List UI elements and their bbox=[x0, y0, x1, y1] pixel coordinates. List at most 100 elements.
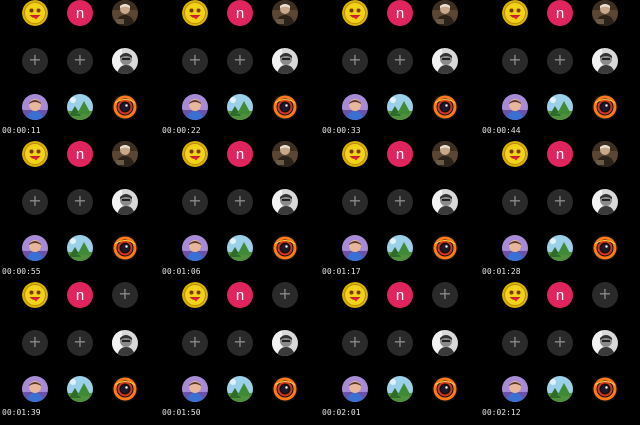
add-button[interactable]: + bbox=[502, 189, 528, 215]
add-button[interactable]: + bbox=[22, 48, 48, 74]
add-button[interactable]: + bbox=[342, 189, 368, 215]
smiley-emoji-icon[interactable] bbox=[502, 141, 528, 167]
letter-avatar-icon[interactable]: n bbox=[547, 0, 573, 26]
add-button[interactable]: + bbox=[182, 48, 208, 74]
letter-avatar-icon[interactable]: n bbox=[67, 0, 93, 26]
person-photo-icon[interactable] bbox=[112, 141, 138, 167]
eye-swirl-icon[interactable] bbox=[112, 376, 138, 402]
person-avatar-icon[interactable] bbox=[182, 376, 208, 402]
bw-portrait-icon[interactable] bbox=[592, 48, 618, 74]
eye-swirl-icon[interactable] bbox=[112, 94, 138, 120]
add-button[interactable]: + bbox=[182, 189, 208, 215]
eye-swirl-icon[interactable] bbox=[592, 235, 618, 261]
letter-avatar-icon[interactable]: n bbox=[387, 282, 413, 308]
bw-portrait-icon[interactable] bbox=[432, 189, 458, 215]
person-avatar-icon[interactable] bbox=[182, 94, 208, 120]
smiley-emoji-icon[interactable] bbox=[342, 0, 368, 26]
tree-landscape-icon[interactable] bbox=[387, 235, 413, 261]
tree-landscape-icon[interactable] bbox=[387, 94, 413, 120]
person-photo-icon[interactable] bbox=[592, 141, 618, 167]
tree-landscape-icon[interactable] bbox=[387, 376, 413, 402]
tree-landscape-icon[interactable] bbox=[67, 94, 93, 120]
tree-landscape-icon[interactable] bbox=[67, 376, 93, 402]
bw-portrait-icon[interactable] bbox=[112, 189, 138, 215]
person-photo-icon[interactable] bbox=[432, 0, 458, 26]
eye-swirl-icon[interactable] bbox=[592, 94, 618, 120]
add-button[interactable]: + bbox=[547, 189, 573, 215]
bw-portrait-icon[interactable] bbox=[272, 48, 298, 74]
add-button[interactable]: + bbox=[182, 330, 208, 356]
eye-swirl-icon[interactable] bbox=[272, 376, 298, 402]
add-button[interactable]: + bbox=[387, 189, 413, 215]
person-photo-icon[interactable] bbox=[592, 0, 618, 26]
person-avatar-icon[interactable] bbox=[502, 376, 528, 402]
letter-avatar-icon[interactable]: n bbox=[387, 0, 413, 26]
tree-landscape-icon[interactable] bbox=[547, 235, 573, 261]
bw-portrait-icon[interactable] bbox=[432, 48, 458, 74]
person-avatar-icon[interactable] bbox=[342, 235, 368, 261]
add-button[interactable]: + bbox=[387, 330, 413, 356]
smiley-emoji-icon[interactable] bbox=[22, 141, 48, 167]
person-avatar-icon[interactable] bbox=[182, 235, 208, 261]
person-photo-icon[interactable] bbox=[112, 0, 138, 26]
bw-portrait-icon[interactable] bbox=[592, 330, 618, 356]
add-button[interactable]: + bbox=[67, 330, 93, 356]
smiley-emoji-icon[interactable] bbox=[182, 282, 208, 308]
tree-landscape-icon[interactable] bbox=[547, 376, 573, 402]
letter-avatar-icon[interactable]: n bbox=[547, 141, 573, 167]
person-avatar-icon[interactable] bbox=[22, 94, 48, 120]
person-avatar-icon[interactable] bbox=[342, 94, 368, 120]
add-button[interactable]: + bbox=[67, 189, 93, 215]
smiley-emoji-icon[interactable] bbox=[502, 0, 528, 26]
letter-avatar-icon[interactable]: n bbox=[227, 141, 253, 167]
person-avatar-icon[interactable] bbox=[502, 235, 528, 261]
eye-swirl-icon[interactable] bbox=[272, 94, 298, 120]
add-button[interactable]: + bbox=[547, 48, 573, 74]
bw-portrait-icon[interactable] bbox=[112, 330, 138, 356]
add-button[interactable]: + bbox=[502, 48, 528, 74]
add-button[interactable]: + bbox=[227, 48, 253, 74]
person-avatar-icon[interactable] bbox=[342, 376, 368, 402]
tree-landscape-icon[interactable] bbox=[227, 376, 253, 402]
add-button[interactable]: + bbox=[67, 48, 93, 74]
tree-landscape-icon[interactable] bbox=[547, 94, 573, 120]
add-button[interactable]: + bbox=[272, 282, 298, 308]
smiley-emoji-icon[interactable] bbox=[182, 141, 208, 167]
eye-swirl-icon[interactable] bbox=[592, 376, 618, 402]
add-button[interactable]: + bbox=[387, 48, 413, 74]
person-photo-icon[interactable] bbox=[432, 141, 458, 167]
eye-swirl-icon[interactable] bbox=[432, 235, 458, 261]
eye-swirl-icon[interactable] bbox=[432, 94, 458, 120]
letter-avatar-icon[interactable]: n bbox=[227, 282, 253, 308]
add-button[interactable]: + bbox=[342, 48, 368, 74]
letter-avatar-icon[interactable]: n bbox=[67, 282, 93, 308]
bw-portrait-icon[interactable] bbox=[112, 48, 138, 74]
add-button[interactable]: + bbox=[22, 189, 48, 215]
add-button[interactable]: + bbox=[432, 282, 458, 308]
smiley-emoji-icon[interactable] bbox=[502, 282, 528, 308]
add-button[interactable]: + bbox=[112, 282, 138, 308]
tree-landscape-icon[interactable] bbox=[227, 94, 253, 120]
add-button[interactable]: + bbox=[547, 330, 573, 356]
bw-portrait-icon[interactable] bbox=[592, 189, 618, 215]
person-avatar-icon[interactable] bbox=[502, 94, 528, 120]
add-button[interactable]: + bbox=[227, 330, 253, 356]
person-photo-icon[interactable] bbox=[272, 0, 298, 26]
eye-swirl-icon[interactable] bbox=[432, 376, 458, 402]
add-button[interactable]: + bbox=[342, 330, 368, 356]
smiley-emoji-icon[interactable] bbox=[342, 141, 368, 167]
smiley-emoji-icon[interactable] bbox=[22, 0, 48, 26]
add-button[interactable]: + bbox=[227, 189, 253, 215]
bw-portrait-icon[interactable] bbox=[432, 330, 458, 356]
add-button[interactable]: + bbox=[502, 330, 528, 356]
person-avatar-icon[interactable] bbox=[22, 235, 48, 261]
smiley-emoji-icon[interactable] bbox=[182, 0, 208, 26]
tree-landscape-icon[interactable] bbox=[67, 235, 93, 261]
tree-landscape-icon[interactable] bbox=[227, 235, 253, 261]
letter-avatar-icon[interactable]: n bbox=[387, 141, 413, 167]
eye-swirl-icon[interactable] bbox=[112, 235, 138, 261]
smiley-emoji-icon[interactable] bbox=[22, 282, 48, 308]
add-button[interactable]: + bbox=[22, 330, 48, 356]
person-avatar-icon[interactable] bbox=[22, 376, 48, 402]
bw-portrait-icon[interactable] bbox=[272, 330, 298, 356]
